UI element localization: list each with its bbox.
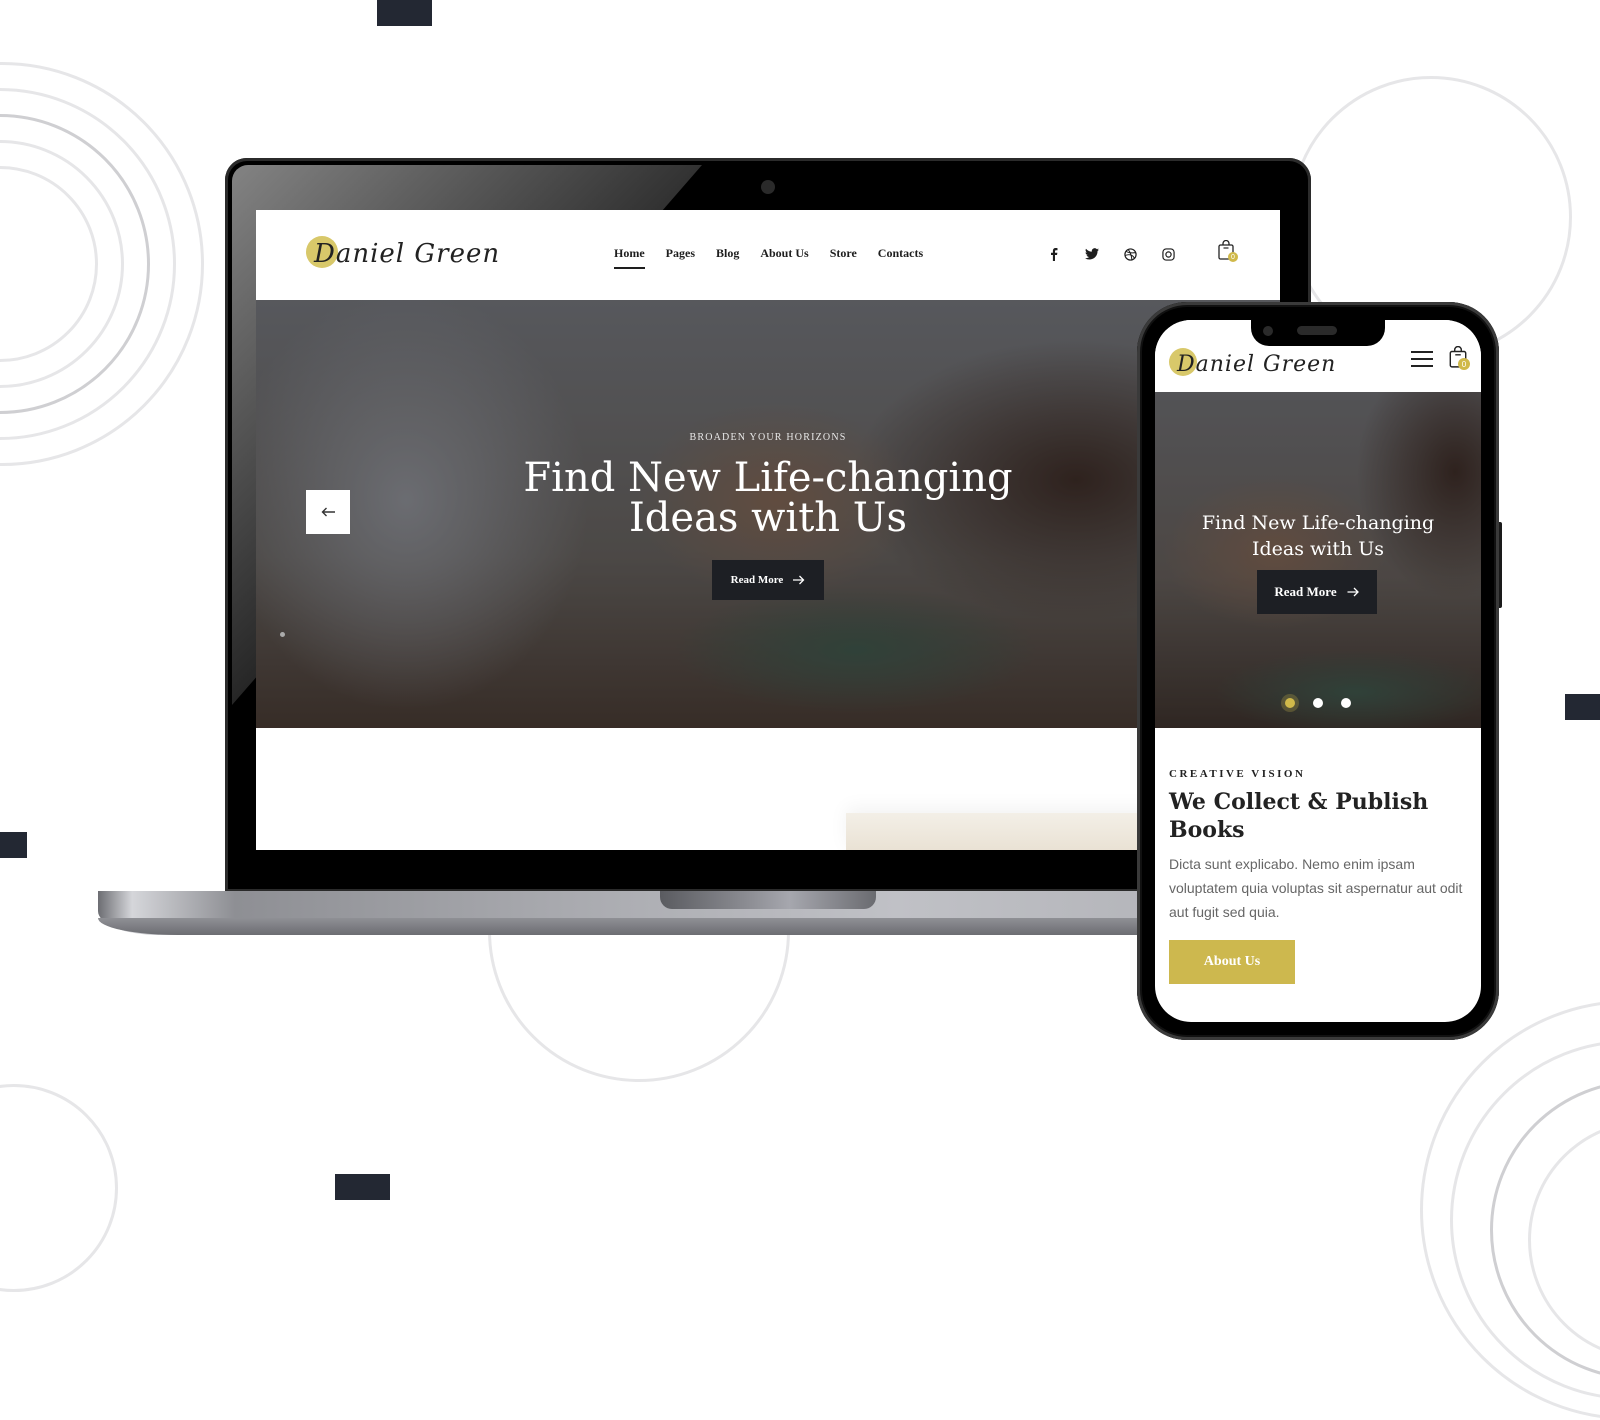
hero-title-line: Ideas with Us (1251, 538, 1385, 560)
menu-hamburger-icon[interactable] (1411, 351, 1433, 367)
instagram-icon[interactable] (1160, 246, 1176, 262)
hero-title-line: Find New Life-changing (1201, 512, 1435, 534)
laptop-base-edge (98, 918, 1238, 935)
section-title: We Collect & Publish Books (1169, 789, 1429, 843)
decor-block (0, 832, 27, 858)
nav-item-blog[interactable]: Blog (716, 246, 739, 261)
slider-dot[interactable] (1341, 698, 1351, 708)
slider-dot-active[interactable] (1285, 698, 1295, 708)
facebook-icon[interactable] (1046, 246, 1062, 262)
social-links (1046, 246, 1176, 262)
dribbble-icon[interactable] (1122, 246, 1138, 262)
hero-title: Find New Life-changing Ideas with Us (256, 458, 1280, 538)
mobile-hero-slider: Find New Life-changing Ideas with Us Rea… (1155, 392, 1481, 728)
hero-title-line: Ideas with Us (629, 495, 907, 541)
mobile-hero-content: Find New Life-changing Ideas with Us Rea… (1155, 392, 1481, 728)
about-section: CREATIVE VISION We Collect & Publish Boo… (1169, 768, 1469, 984)
phone-camera (1263, 326, 1273, 336)
mobile-website: Daniel Green 0 Find New Life-changing Id… (1155, 320, 1481, 1022)
mobile-hero-title: Find New Life-changing Ideas with Us (1155, 510, 1481, 562)
mobile-cart-button[interactable]: 0 (1449, 345, 1471, 372)
read-more-button[interactable]: Read More (712, 560, 824, 600)
logo-text: Daniel Green (314, 239, 501, 269)
laptop-trackpad-notch (660, 891, 876, 909)
slider-dot[interactable] (280, 632, 285, 637)
decor-ring (0, 1084, 118, 1292)
section-eyebrow: CREATIVE VISION (1169, 768, 1306, 780)
phone-speaker (1297, 326, 1337, 335)
nav-item-home[interactable]: Home (614, 246, 645, 269)
arrow-right-icon (793, 575, 805, 585)
nav-item-contacts[interactable]: Contacts (878, 246, 923, 261)
nav-item-about-us[interactable]: About Us (760, 246, 808, 261)
nav-item-pages[interactable]: Pages (666, 246, 695, 261)
decor-block (377, 0, 432, 26)
hero-slider: BROADEN YOUR HORIZONS Find New Life-chan… (256, 300, 1280, 728)
cart-count-badge: 0 (1228, 252, 1238, 262)
hero-title-line: Find New Life-changing (523, 455, 1013, 501)
slider-prev-button[interactable] (306, 490, 350, 534)
site-logo[interactable]: Daniel Green (306, 232, 499, 276)
arrow-left-icon (321, 507, 335, 517)
nav-item-store[interactable]: Store (830, 246, 857, 261)
twitter-icon[interactable] (1084, 246, 1100, 262)
phone-notch (1251, 318, 1385, 346)
read-more-label: Read More (1274, 584, 1337, 599)
slider-dot[interactable] (1313, 698, 1323, 708)
decor-block (335, 1174, 390, 1200)
cart-button[interactable]: 0 (1218, 239, 1238, 264)
main-nav: Home Pages Blog About Us Store Contacts (614, 246, 923, 269)
arrow-right-icon (1347, 587, 1359, 597)
cart-count-badge: 0 (1458, 358, 1470, 370)
site-header: Daniel Green Home Pages Blog About Us St… (256, 210, 1280, 300)
slider-pagination (1155, 698, 1481, 708)
read-more-label: Read More (730, 574, 784, 586)
desktop-website: Daniel Green Home Pages Blog About Us St… (256, 210, 1280, 850)
laptop-camera (761, 180, 775, 194)
decor-block (1565, 694, 1600, 720)
hero-eyebrow: BROADEN YOUR HORIZONS (689, 432, 847, 443)
hero-content: BROADEN YOUR HORIZONS Find New Life-chan… (256, 300, 1280, 728)
section-text: Dicta sunt explicabo. Nemo enim ipsam vo… (1169, 856, 1463, 920)
about-us-button[interactable]: About Us (1169, 940, 1295, 984)
mobile-read-more-button[interactable]: Read More (1257, 570, 1377, 614)
